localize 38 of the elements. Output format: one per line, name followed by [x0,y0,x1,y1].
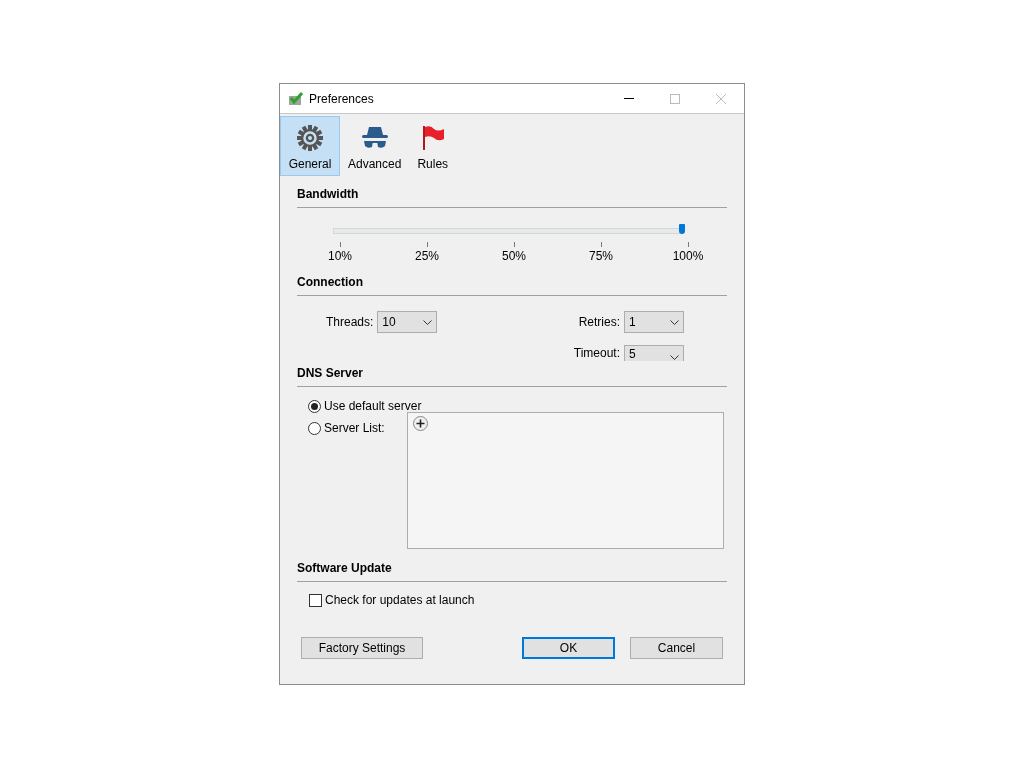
dialog-button[interactable]: OK [522,637,615,659]
dropdown[interactable]: 5 [624,345,684,361]
section-heading: Bandwidth [297,176,727,208]
radio-label: Use default server [324,399,422,413]
tick-label: 50% [502,249,526,263]
tick-label: 25% [415,249,439,263]
checkmark-icon [289,92,303,105]
dropdown[interactable]: 1 [624,311,684,333]
window-title: Preferences [309,91,375,106]
toolbar-tab[interactable]: Rules [409,116,457,176]
close-icon [716,93,726,104]
chevron-down-icon [670,355,679,360]
gear-icon [296,124,324,152]
chevron-down-icon [423,319,433,325]
radio-button[interactable] [308,399,321,413]
checkbox[interactable] [309,593,322,607]
slider-thumb[interactable] [679,224,685,234]
dialog-button[interactable]: Cancel [630,637,723,659]
add-icon[interactable] [413,416,428,431]
tick-label: 10% [328,249,352,263]
dropdown[interactable]: 10 [377,311,438,333]
minimize-icon [624,98,634,99]
tick-label: 100% [672,249,704,263]
toolbar-tab[interactable]: General [280,116,340,176]
field-label: Retries: [577,315,620,329]
radio-label: Server List: [324,421,385,435]
section-heading: Connection [297,263,727,296]
maximize-icon [670,93,680,104]
dialog-button[interactable]: Factory Settings [301,637,423,659]
field-label: Timeout: [573,346,620,360]
checkbox-label: Check for updates at launch [325,593,475,607]
section-heading: Software Update [297,549,727,582]
radio-button[interactable] [308,421,321,435]
field-label: Threads: [326,315,374,329]
section-heading: DNS Server [297,362,727,387]
chevron-down-icon [670,319,679,325]
tick-label: 75% [589,249,613,263]
toolbar-tab[interactable]: Advanced [340,116,410,176]
